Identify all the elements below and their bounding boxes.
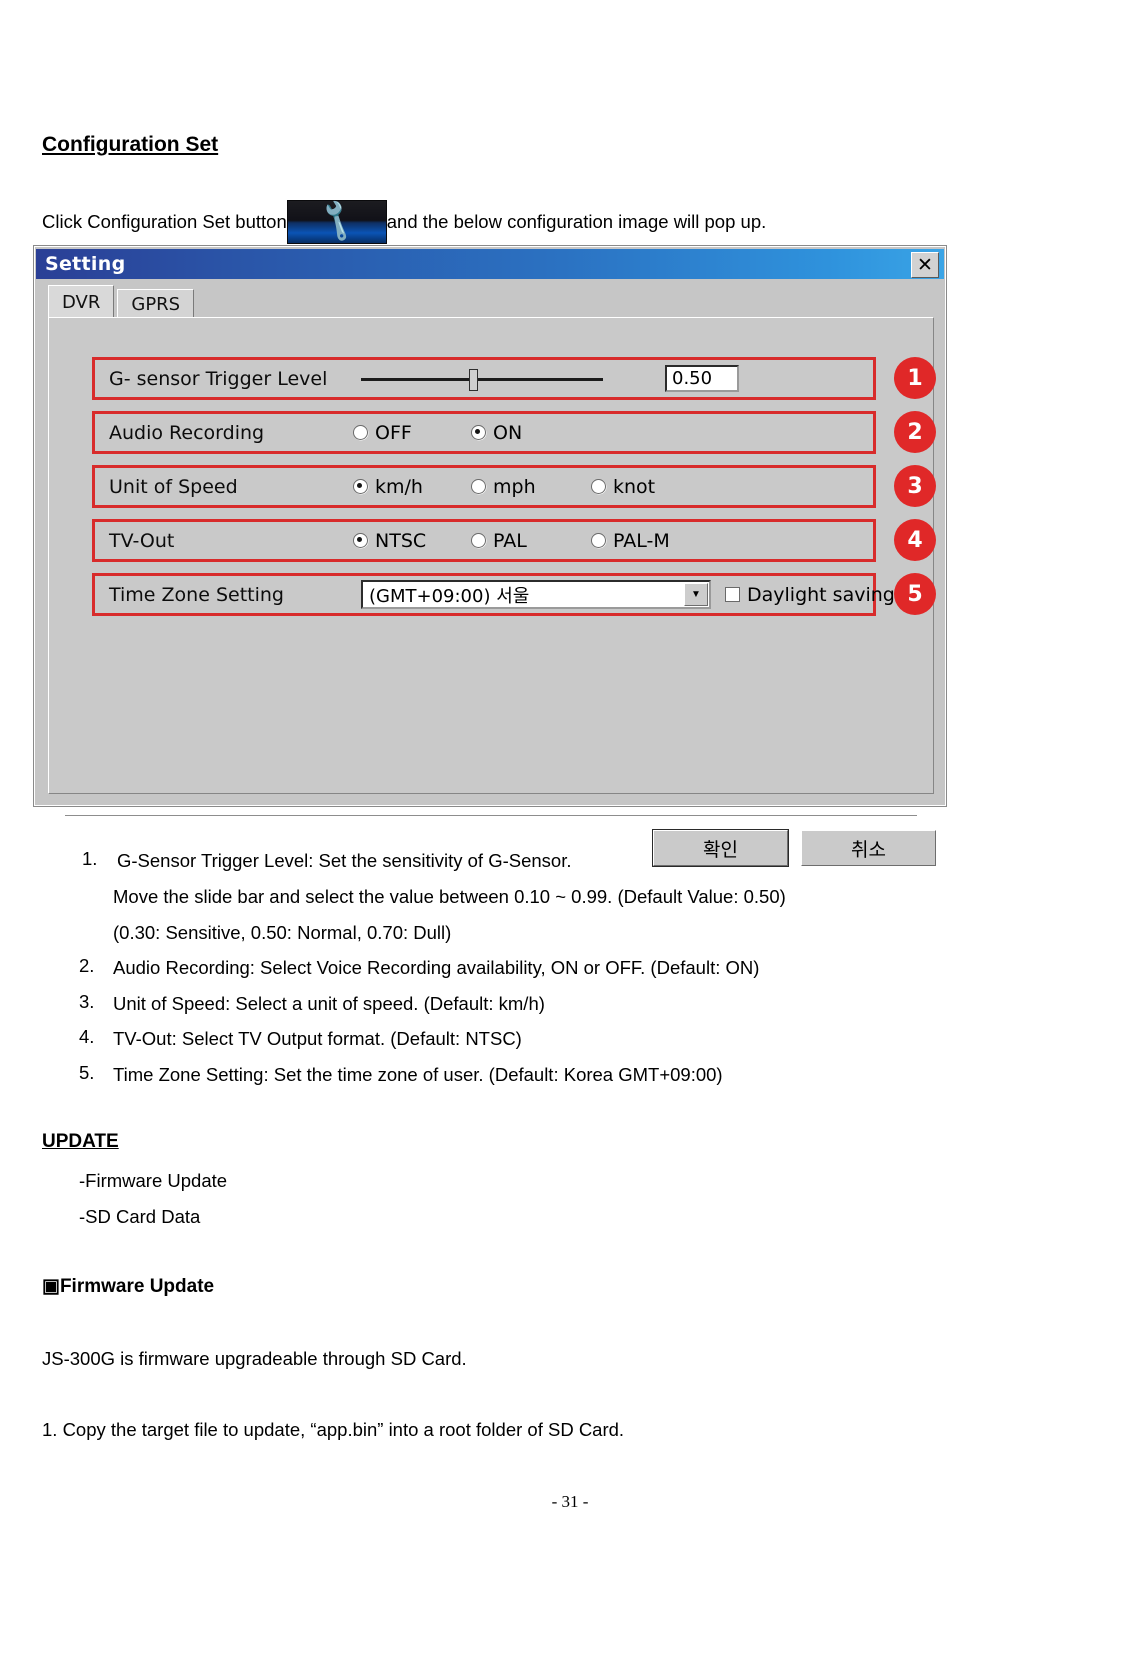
timezone-select[interactable]: (GMT+09:00) 서울 ▼ (361, 580, 711, 609)
callout-badge-3: 3 (894, 465, 936, 507)
row-unit-label: Unit of Speed (109, 475, 238, 498)
note-number-5: 5. (79, 1062, 95, 1083)
wrench-icon: 🔧 (312, 197, 362, 245)
daylight-saving-checkbox[interactable]: Daylight saving (725, 584, 895, 606)
row-unit-of-speed: Unit of Speed km/h mph knot (92, 465, 876, 508)
radio-icon-off (353, 425, 368, 440)
tab-dvr-label: DVR (62, 291, 101, 313)
row-tv-out: TV-Out NTSC PAL PAL-M (92, 519, 876, 562)
radio-pal-m[interactable]: PAL-M (591, 530, 670, 552)
row-timezone-label: Time Zone Setting (109, 583, 284, 606)
note-number-3: 3. (79, 991, 95, 1012)
configuration-set-button[interactable]: 🔧 (286, 197, 387, 245)
radio-mph-label: mph (493, 475, 536, 498)
radio-knot[interactable]: knot (591, 476, 655, 498)
radio-icon-ntsc (353, 533, 368, 548)
radio-icon-pal (471, 533, 486, 548)
radio-kmh-label: km/h (375, 475, 423, 498)
slider-track (361, 377, 603, 381)
radio-icon-kmh (353, 479, 368, 494)
radio-pal-m-label: PAL-M (613, 529, 670, 552)
note-number-2: 2. (79, 955, 95, 976)
row-gsensor-label: G- sensor Trigger Level (109, 367, 328, 390)
note-5-line-1: Time Zone Setting: Set the time zone of … (113, 1064, 723, 1085)
footer-separator (65, 815, 917, 819)
radio-icon-on (471, 425, 486, 440)
page-title: Configuration Set (42, 133, 219, 156)
callout-badge-4: 4 (894, 519, 936, 561)
row-time-zone-setting: Time Zone Setting (GMT+09:00) 서울 ▼ Dayli… (92, 573, 895, 616)
note-number-4: 4. (79, 1026, 95, 1047)
note-1-line-3: (0.30: Sensitive, 0.50: Normal, 0.70: Du… (113, 922, 452, 943)
radio-knot-label: knot (613, 475, 656, 498)
row-gsensor-trigger-level: G- sensor Trigger Level 0.50 (92, 357, 876, 400)
tab-gprs[interactable]: GPRS (117, 289, 195, 318)
note-number-1: 1. (82, 848, 98, 869)
radio-icon-mph (471, 479, 486, 494)
firmware-update-subheading: ▣Firmware Update (42, 1276, 215, 1297)
radio-pal-label: PAL (493, 529, 527, 552)
row-audio-label: Audio Recording (109, 421, 265, 444)
firmware-body-line: JS-300G is firmware upgradeable through … (42, 1348, 467, 1369)
tab-dvr[interactable]: DVR (48, 285, 115, 318)
intro-text-before: Click Configuration Set button (42, 211, 287, 232)
radio-audio-on-label: ON (493, 421, 523, 444)
update-bullet-firmware: -Firmware Update (79, 1170, 228, 1191)
note-4-line-1: TV-Out: Select TV Output format. (Defaul… (113, 1028, 522, 1049)
intro-text-after: and the below configuration image will p… (386, 211, 767, 232)
tab-gprs-label: GPRS (131, 293, 181, 315)
callout-badge-5: 5 (894, 573, 936, 615)
tv-out-radios: NTSC PAL PAL-M (353, 530, 873, 552)
intro-paragraph: Click Configuration Set button 🔧 and the… (42, 197, 767, 245)
note-2-line-1: Audio Recording: Select Voice Recording … (113, 957, 760, 978)
callout-badge-1: 1 (894, 357, 936, 399)
note-1-line-2: Move the slide bar and select the value … (113, 886, 786, 907)
note-3-line-1: Unit of Speed: Select a unit of speed. (… (113, 993, 545, 1014)
ok-button[interactable]: 확인 (653, 830, 788, 866)
update-bullet-sdcard: -SD Card Data (79, 1206, 201, 1227)
firmware-step-1: 1. Copy the target file to update, “app.… (42, 1419, 625, 1440)
radio-audio-on[interactable]: ON (471, 422, 522, 444)
dvr-tab-panel: G- sensor Trigger Level 0.50 1 Audio Rec… (48, 317, 936, 866)
row-audio-recording: Audio Recording OFF ON (92, 411, 876, 454)
setting-dialog: Setting ✕ DVR GPRS G- sensor Trigger Lev… (33, 245, 947, 866)
update-heading: UPDATE (42, 1131, 119, 1152)
radio-icon-pal-m (591, 533, 606, 548)
page: Configuration Set Click Configuration Se… (0, 0, 1140, 1654)
page-footer-number: - 31 - (551, 1492, 589, 1511)
radio-kmh[interactable]: km/h (353, 476, 471, 498)
cancel-button[interactable]: 취소 (801, 830, 936, 866)
note-1-line-1: G-Sensor Trigger Level: Set the sensitiv… (117, 850, 572, 871)
radio-ntsc[interactable]: NTSC (353, 530, 471, 552)
radio-ntsc-label: NTSC (375, 529, 427, 552)
gsensor-value-field[interactable]: 0.50 (665, 365, 739, 392)
radio-icon-knot (591, 479, 606, 494)
radio-audio-off-label: OFF (375, 421, 412, 444)
radio-pal[interactable]: PAL (471, 530, 591, 552)
slider-thumb[interactable] (469, 368, 478, 391)
row-tvout-label: TV-Out (109, 529, 175, 552)
close-icon[interactable]: ✕ (911, 252, 939, 278)
callout-badge-2: 2 (894, 411, 936, 453)
dialog-title: Setting (45, 253, 126, 275)
radio-mph[interactable]: mph (471, 476, 591, 498)
dialog-titlebar: Setting ✕ (36, 249, 944, 279)
radio-audio-off[interactable]: OFF (353, 422, 471, 444)
audio-recording-radios: OFF ON (353, 422, 873, 444)
gsensor-slider[interactable] (361, 367, 603, 391)
chevron-down-icon[interactable]: ▼ (684, 583, 708, 606)
checkbox-icon (725, 587, 740, 602)
tabstrip: DVR GPRS (48, 285, 197, 318)
unit-of-speed-radios: km/h mph knot (353, 476, 873, 498)
timezone-selected-value: (GMT+09:00) 서울 (369, 585, 530, 607)
daylight-saving-label: Daylight saving (747, 583, 895, 606)
